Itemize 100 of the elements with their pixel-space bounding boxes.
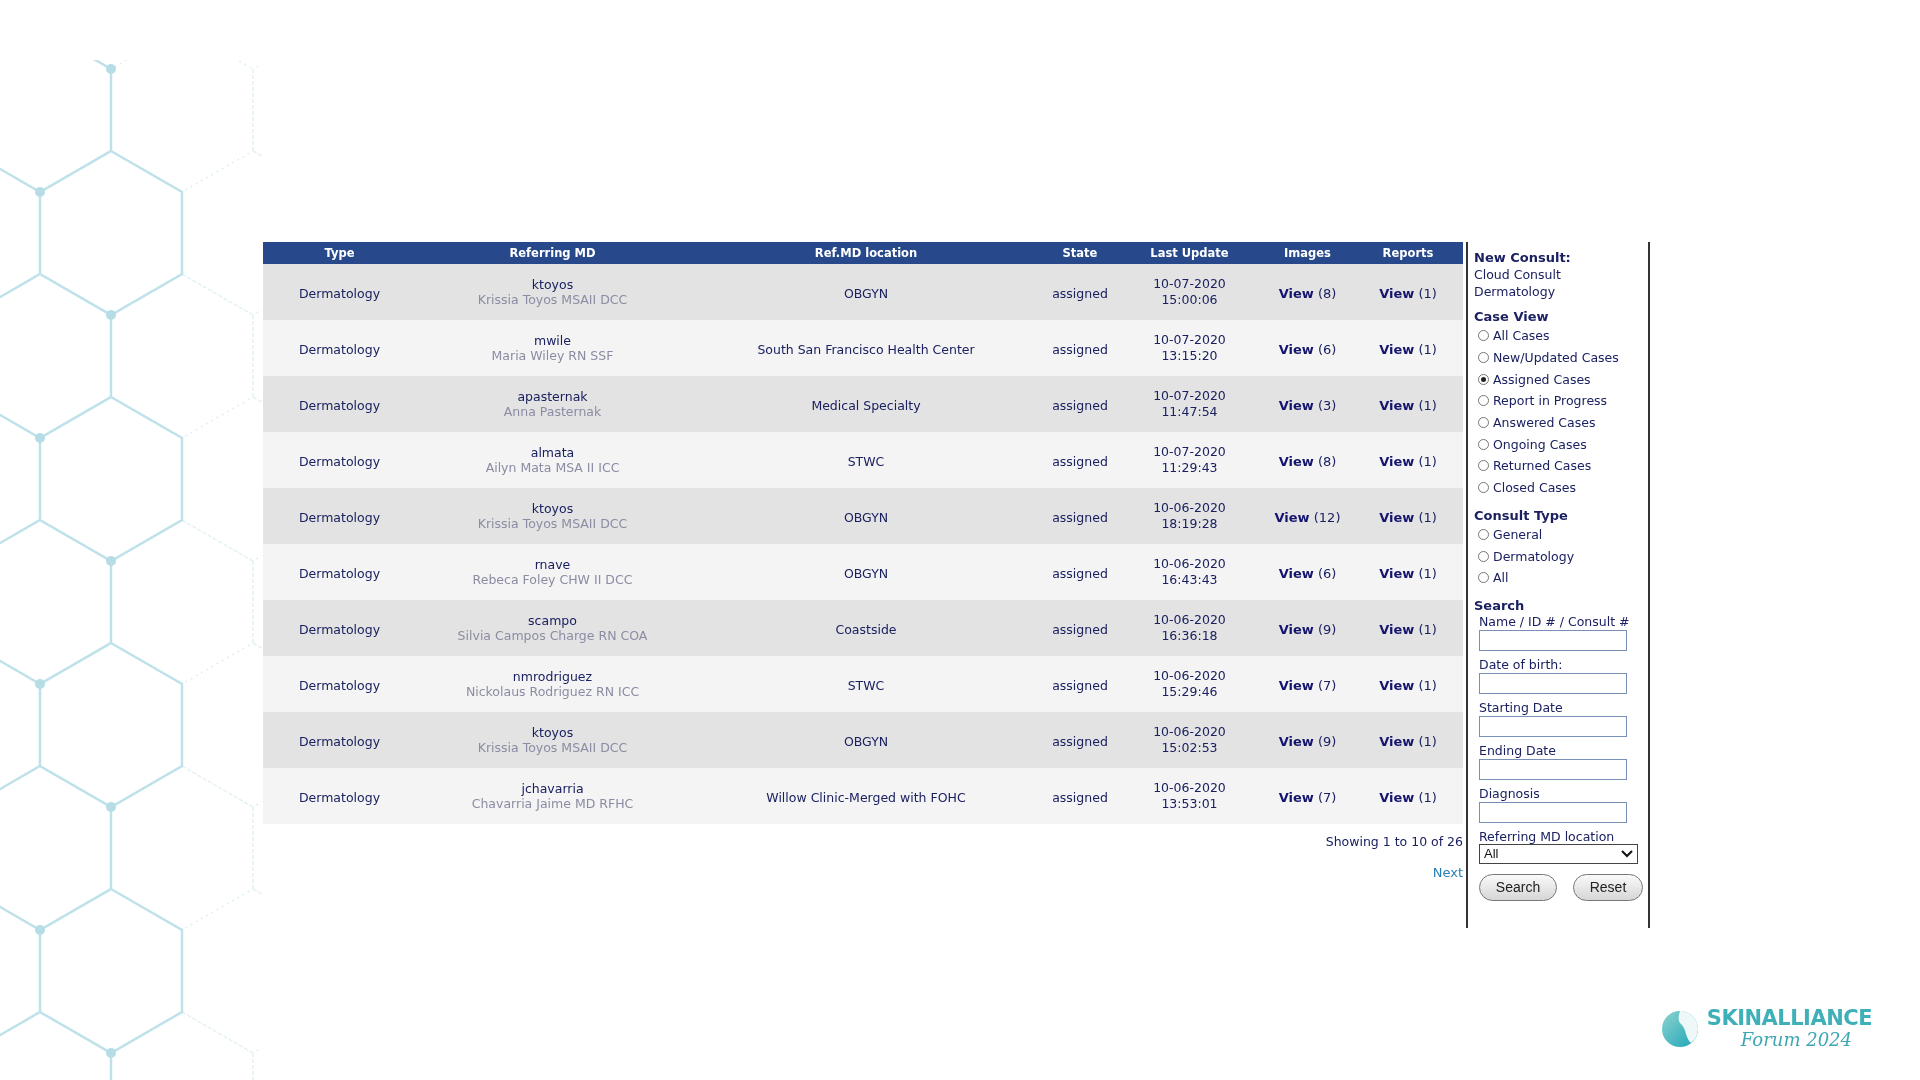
radio-button[interactable] [1478,417,1489,429]
images-link[interactable]: View (12) [1274,509,1341,525]
results-summary: Showing 1 to 10 of 26 [1325,834,1463,849]
option-label[interactable]: Closed Cases [1493,480,1577,496]
reports-link[interactable]: View (1) [1379,341,1437,357]
field-label: Starting Date [1479,699,1564,715]
username-text: ktoyos [530,501,575,516]
column-header: Last Update [1117,242,1262,264]
radio-button[interactable] [1478,373,1489,385]
images-link[interactable]: View (9) [1278,733,1337,749]
radio-button[interactable] [1478,438,1489,450]
radio-button[interactable] [1478,482,1489,494]
images-link[interactable]: View (8) [1278,285,1337,301]
option-label[interactable]: General [1493,526,1543,542]
location-dropdown[interactable]: All [1479,843,1638,864]
reports-link[interactable]: View (1) [1379,285,1437,301]
input-field[interactable] [1479,801,1627,823]
radio-button[interactable] [1478,528,1489,540]
date-time-text: 10-07-2020 11:47:54 [1153,388,1226,420]
username-text: apasternak [516,389,589,404]
date-time-text: 10-06-2020 15:29:46 [1153,668,1226,700]
section-heading: Case View [1474,309,1550,325]
search-button[interactable]: Search [1479,873,1557,901]
images-link[interactable]: View (6) [1278,341,1337,357]
location-text: OBGYN [843,565,889,581]
radio-button[interactable] [1478,550,1489,562]
location-text: OBGYN [843,285,889,301]
username-text: jchavarria [520,781,585,796]
input-field[interactable] [1479,629,1627,651]
column-header: Reports [1353,242,1463,264]
option-label[interactable]: Answered Cases [1493,415,1596,431]
images-link[interactable]: View (8) [1278,453,1337,469]
option-label[interactable]: Report in Progress [1493,393,1608,409]
location-text: Coastside [835,621,897,637]
type-text: Dermatology [298,285,381,301]
option-label[interactable]: All [1493,570,1509,586]
logo-icon [1660,1009,1699,1048]
consult-link[interactable]: Dermatology [1474,283,1648,300]
type-text: Dermatology [298,621,381,637]
state-text: assigned [1052,453,1108,469]
radio-button[interactable] [1478,460,1489,472]
images-link[interactable]: View (9) [1278,621,1337,637]
date-time-text: 10-07-2020 15:00:06 [1153,276,1226,308]
reports-link[interactable]: View (1) [1379,677,1437,693]
images-link[interactable]: View (7) [1278,789,1337,805]
radio-button[interactable] [1478,572,1489,584]
radio-button[interactable] [1478,395,1489,407]
input-field[interactable] [1479,672,1627,694]
state-text: assigned [1052,621,1108,637]
input-field[interactable] [1479,715,1627,737]
reports-link[interactable]: View (1) [1379,509,1437,525]
reports-link[interactable]: View (1) [1379,789,1437,805]
reports-link[interactable]: View (1) [1379,565,1437,581]
option-label[interactable]: Returned Cases [1493,458,1592,474]
logo-name: SKINALLIANCE [1706,1007,1872,1030]
location-text: South San Francisco Health Center [757,341,975,357]
date-time-text: 10-06-2020 16:43:43 [1153,556,1226,588]
username-text: scampo [527,613,578,628]
full-name-text: Anna Pasternak [502,404,603,419]
full-name-text: Nickolaus Rodriguez RN ICC [464,684,641,699]
option-label[interactable]: Dermatology [1493,548,1575,564]
full-name-text: Krissia Toyos MSAII DCC [476,516,629,531]
state-text: assigned [1052,285,1108,301]
images-link[interactable]: View (7) [1278,677,1337,693]
consult-link[interactable]: Cloud Consult [1474,266,1648,283]
full-name-text: Chavarria Jaime MD RFHC [470,796,635,811]
type-text: Dermatology [298,397,381,413]
input-field[interactable] [1479,758,1627,780]
option-label[interactable]: Ongoing Cases [1493,436,1587,452]
date-time-text: 10-06-2020 13:53:01 [1153,780,1226,812]
reports-link[interactable]: View (1) [1379,453,1437,469]
location-text: OBGYN [843,733,889,749]
next-link[interactable]: Next [1432,865,1463,880]
reports-link[interactable]: View (1) [1379,733,1437,749]
radio-button[interactable] [1478,352,1489,364]
images-link[interactable]: View (6) [1278,565,1337,581]
option-label[interactable]: Assigned Cases [1493,371,1591,387]
date-time-text: 10-06-2020 18:19:28 [1153,500,1226,532]
column-header: Images [1262,242,1353,264]
username-text: mwile [532,333,572,348]
type-text: Dermatology [298,565,381,581]
column-header: Ref.MD location [689,242,1043,264]
full-name-text: Silvia Campos Charge RN COA [456,628,649,643]
radio-button[interactable] [1478,330,1489,342]
logo-subtitle: Forum 2024 [1740,1030,1852,1050]
state-text: assigned [1052,789,1108,805]
images-link[interactable]: View (3) [1278,397,1337,413]
username-text: ktoyos [530,277,575,292]
reports-link[interactable]: View (1) [1379,621,1437,637]
reports-link[interactable]: View (1) [1379,397,1437,413]
username-text: nmrodriguez [511,669,594,684]
location-text: STWC [847,453,885,469]
field-label: Date of birth: [1479,656,1564,672]
type-text: Dermatology [298,509,381,525]
option-label[interactable]: All Cases [1493,328,1550,344]
option-label[interactable]: New/Updated Cases [1493,350,1619,366]
section-heading: Consult Type [1474,507,1569,524]
reset-button[interactable]: Reset [1573,873,1643,901]
state-text: assigned [1052,341,1108,357]
date-time-text: 10-07-2020 11:29:43 [1153,444,1226,476]
